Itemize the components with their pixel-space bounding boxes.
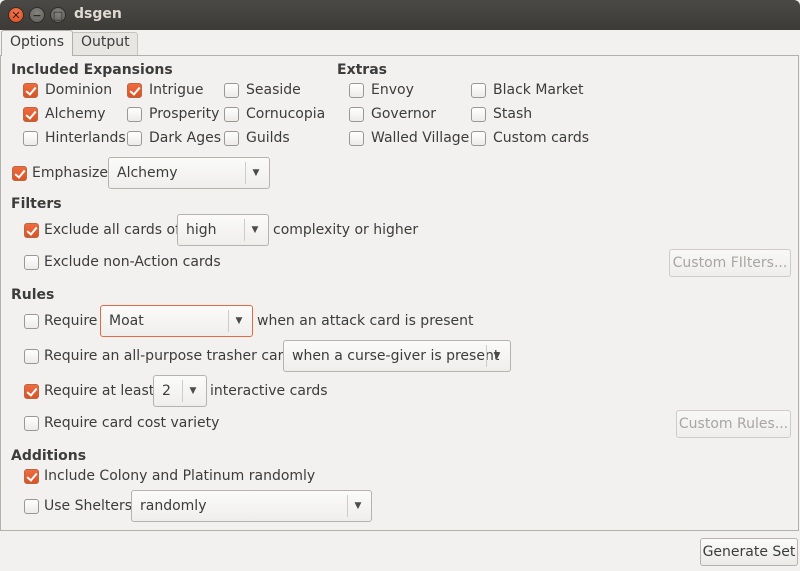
dominion-label: Dominion <box>45 82 113 98</box>
guilds-label: Guilds <box>246 130 290 146</box>
black-market-checkbox[interactable] <box>471 83 486 98</box>
custom-cards-label: Custom cards <box>493 130 590 146</box>
use-shelters-checkbox[interactable] <box>24 499 39 514</box>
custom-rules-button[interactable]: Custom Rules... <box>676 410 791 438</box>
tab-options[interactable]: Options <box>1 30 73 56</box>
emphasize-checkbox[interactable] <box>12 166 27 181</box>
chevron-down-icon: ▼ <box>251 225 259 235</box>
emphasize-label: Emphasize <box>32 165 108 181</box>
exclude-complexity-checkbox[interactable] <box>24 223 39 238</box>
included-expansions-heading: Included Expansions <box>11 62 173 78</box>
rules-heading: Rules <box>11 287 55 303</box>
hinterlands-label: Hinterlands <box>45 130 126 146</box>
walled-village-label: Walled Village <box>371 130 470 146</box>
chevron-down-icon: ▼ <box>354 501 362 511</box>
shelters-mode-dropdown[interactable]: randomly ▼ <box>131 490 372 522</box>
complexity-value: high <box>186 222 217 238</box>
black-market-label: Black Market <box>493 82 584 98</box>
complexity-suffix-label: complexity or higher <box>273 222 419 238</box>
extras-heading: Extras <box>337 62 387 78</box>
close-icon[interactable]: ✕ <box>8 7 24 23</box>
seaside-checkbox[interactable] <box>224 83 239 98</box>
chevron-down-icon: ▼ <box>189 386 197 396</box>
require-trasher-checkbox[interactable] <box>24 349 39 364</box>
hinterlands-checkbox[interactable] <box>23 131 38 146</box>
envoy-label: Envoy <box>371 82 414 98</box>
emphasize-value: Alchemy <box>117 165 178 181</box>
shelters-mode-value: randomly <box>140 498 207 514</box>
filters-heading: Filters <box>11 196 62 212</box>
require-interactive-checkbox[interactable] <box>24 384 39 399</box>
exclude-non-action-label: Exclude non-Action cards <box>44 254 221 270</box>
prosperity-label: Prosperity <box>149 106 220 122</box>
trasher-condition-dropdown[interactable]: when a curse-giver is present ▼ <box>283 340 511 372</box>
cornucopia-checkbox[interactable] <box>224 107 239 122</box>
complexity-dropdown[interactable]: high ▼ <box>177 214 269 246</box>
prosperity-checkbox[interactable] <box>127 107 142 122</box>
governor-label: Governor <box>371 106 437 122</box>
cornucopia-label: Cornucopia <box>246 106 326 122</box>
generate-set-button[interactable]: Generate Set <box>700 538 798 566</box>
guilds-checkbox[interactable] <box>224 131 239 146</box>
stash-label: Stash <box>493 106 533 122</box>
require-trasher-label: Require an all-purpose trasher card <box>44 348 292 364</box>
require-interactive-suffix-label: interactive cards <box>210 383 328 399</box>
walled-village-checkbox[interactable] <box>349 131 364 146</box>
require-interactive-label: Require at least <box>44 383 155 399</box>
title-bar: ✕ − □ dsgen <box>0 0 800 30</box>
reaction-card-value: Moat <box>109 313 144 329</box>
require-cost-variety-checkbox[interactable] <box>24 416 39 431</box>
require-attack-checkbox[interactable] <box>24 314 39 329</box>
additions-heading: Additions <box>11 448 87 464</box>
exclude-complexity-label: Exclude all cards of <box>44 222 181 238</box>
emphasize-dropdown[interactable]: Alchemy ▼ <box>108 157 270 189</box>
require-cost-variety-label: Require card cost variety <box>44 415 220 431</box>
require-attack-label: Require <box>44 313 98 329</box>
intrigue-checkbox[interactable] <box>127 83 142 98</box>
options-panel <box>0 55 799 531</box>
seaside-label: Seaside <box>246 82 301 98</box>
window-title: dsgen <box>74 6 122 22</box>
dark-ages-checkbox[interactable] <box>127 131 142 146</box>
colony-platinum-checkbox[interactable] <box>24 469 39 484</box>
custom-cards-checkbox[interactable] <box>471 131 486 146</box>
interactive-count-value: 2 <box>162 383 171 399</box>
chevron-down-icon: ▼ <box>235 316 243 326</box>
require-attack-suffix-label: when an attack card is present <box>257 313 474 329</box>
tab-output[interactable]: Output <box>73 32 138 55</box>
stash-checkbox[interactable] <box>471 107 486 122</box>
intrigue-label: Intrigue <box>149 82 204 98</box>
exclude-non-action-checkbox[interactable] <box>24 255 39 270</box>
reaction-card-dropdown[interactable]: Moat ▼ <box>100 305 253 337</box>
colony-platinum-label: Include Colony and Platinum randomly <box>44 468 316 484</box>
minimize-icon[interactable]: − <box>29 7 45 23</box>
envoy-checkbox[interactable] <box>349 83 364 98</box>
trasher-condition-value: when a curse-giver is present <box>292 348 500 364</box>
chevron-down-icon: ▼ <box>252 168 260 178</box>
alchemy-label: Alchemy <box>45 106 106 122</box>
custom-filters-button[interactable]: Custom FIlters... <box>669 249 791 277</box>
dominion-checkbox[interactable] <box>23 83 38 98</box>
governor-checkbox[interactable] <box>349 107 364 122</box>
alchemy-checkbox[interactable] <box>23 107 38 122</box>
maximize-icon[interactable]: □ <box>50 7 66 23</box>
use-shelters-label: Use Shelters <box>44 498 133 514</box>
dark-ages-label: Dark Ages <box>149 130 222 146</box>
chevron-down-icon: ▼ <box>493 351 501 361</box>
interactive-count-dropdown[interactable]: 2 ▼ <box>153 375 207 407</box>
